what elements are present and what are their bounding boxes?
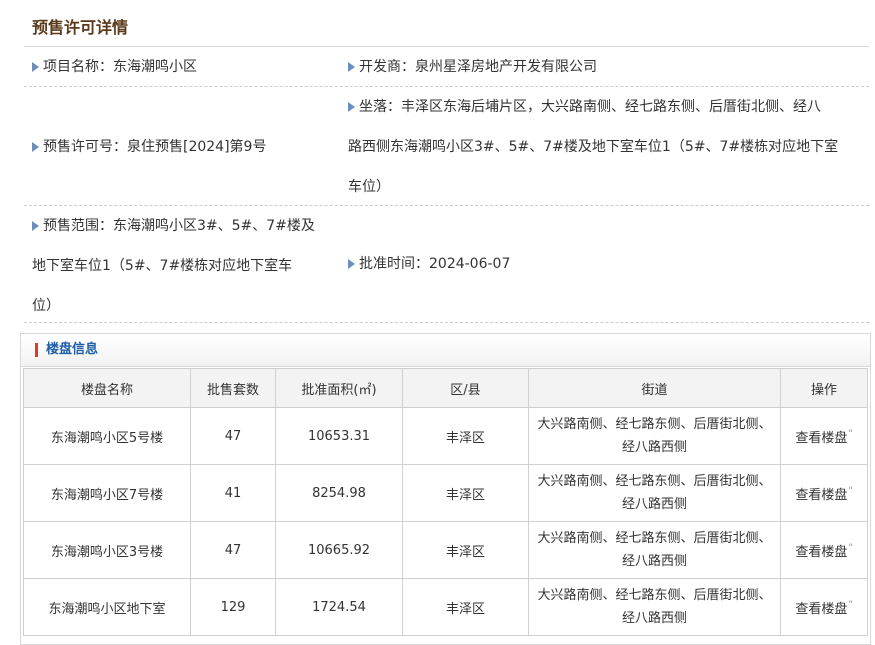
permit-field: 预售许可号：泉住预售[2024]第9号 <box>32 127 266 167</box>
approved-area: 10653.31 <box>275 407 403 465</box>
project-label: 项目名称： <box>43 59 113 75</box>
action-cell: 查看楼盘" <box>780 464 868 522</box>
column-header-action: 操作 <box>780 368 868 408</box>
column-header-units: 批售套数 <box>190 368 276 408</box>
units-count: 129 <box>190 578 276 636</box>
info-row-permit: 预售许可号：泉住预售[2024]第9号 坐落：丰泽区东海后埔片区，大兴路南侧、经… <box>24 87 869 206</box>
location-label: 坐落： <box>359 99 401 115</box>
building-name: 东海潮鸣小区5号楼 <box>23 407 191 465</box>
approved-area: 1724.54 <box>275 578 403 636</box>
units-count: 41 <box>190 464 276 522</box>
info-row-project: 项目名称：东海潮鸣小区 开发商：泉州星泽房地产开发有限公司 <box>24 48 869 87</box>
page-title: 预售许可详情 <box>32 18 129 37</box>
table-row: 东海潮鸣小区地下室 129 1724.54 丰泽区 大兴路南侧、经七路东侧、后厝… <box>23 578 868 636</box>
triangle-bullet-icon <box>348 62 355 72</box>
triangle-bullet-icon <box>348 102 355 112</box>
street: 大兴路南侧、经七路东侧、后厝街北侧、 经八路西侧 <box>528 521 781 579</box>
action-cell: 查看楼盘" <box>780 578 868 636</box>
district: 丰泽区 <box>402 464 529 522</box>
street-line-1: 大兴路南侧、经七路东侧、后厝街北侧、 <box>537 474 772 489</box>
table-header-row: 楼盘名称 批售套数 批准面积(㎡) 区/县 街道 操作 <box>23 368 868 408</box>
column-header-district: 区/县 <box>402 368 529 408</box>
location-line-2: 路西侧东海潮鸣小区3#、5#、7#楼及地下室车位1（5#、7#楼栋对应地下室 <box>348 139 839 155</box>
action-cell: 查看楼盘" <box>780 407 868 465</box>
street: 大兴路南侧、经七路东侧、后厝街北侧、 经八路西侧 <box>528 407 781 465</box>
panel-accent-bar <box>35 343 38 357</box>
action-cell: 查看楼盘" <box>780 521 868 579</box>
building-table: 楼盘名称 批售套数 批准面积(㎡) 区/县 街道 操作 东海潮鸣小区5号楼 47… <box>23 368 868 636</box>
building-name: 东海潮鸣小区7号楼 <box>23 464 191 522</box>
street-line-2: 经八路西侧 <box>621 611 687 626</box>
units-count: 47 <box>190 521 276 579</box>
street-line-1: 大兴路南侧、经七路东侧、后厝街北侧、 <box>537 531 772 546</box>
triangle-bullet-icon <box>32 221 39 231</box>
scope-line-3: 位） <box>32 298 60 314</box>
column-header-street: 街道 <box>528 368 781 408</box>
title-divider <box>24 46 869 47</box>
location-line-3: 车位） <box>348 179 390 195</box>
approval-value: 2024-06-07 <box>429 256 511 272</box>
permit-label: 预售许可号： <box>43 139 127 155</box>
scope-line-2: 地下室车位1（5#、7#楼栋对应地下室车 <box>32 258 293 274</box>
units-count: 47 <box>190 407 276 465</box>
developer-label: 开发商： <box>359 59 415 75</box>
project-field: 项目名称：东海潮鸣小区 <box>32 48 197 86</box>
view-building-link[interactable]: 查看楼盘" <box>795 429 853 445</box>
view-building-link[interactable]: 查看楼盘" <box>795 600 853 616</box>
table-row: 东海潮鸣小区7号楼 41 8254.98 丰泽区 大兴路南侧、经七路东侧、后厝街… <box>23 464 868 522</box>
street-line-2: 经八路西侧 <box>621 497 687 512</box>
scope-label: 预售范围： <box>43 218 113 234</box>
scope-field: 预售范围：东海潮鸣小区3#、5#、7#楼及 地下室车位1（5#、7#楼栋对应地下… <box>32 206 342 326</box>
external-link-icon: " <box>848 429 853 440</box>
column-header-name: 楼盘名称 <box>23 368 191 408</box>
approved-area: 10665.92 <box>275 521 403 579</box>
district: 丰泽区 <box>402 578 529 636</box>
project-value: 东海潮鸣小区 <box>113 59 197 75</box>
triangle-bullet-icon <box>32 142 39 152</box>
street-line-1: 大兴路南侧、经七路东侧、后厝街北侧、 <box>537 588 772 603</box>
district: 丰泽区 <box>402 407 529 465</box>
panel-title: 楼盘信息 <box>46 342 99 357</box>
scope-line-1: 东海潮鸣小区3#、5#、7#楼及 <box>113 218 315 234</box>
info-row-scope: 预售范围：东海潮鸣小区3#、5#、7#楼及 地下室车位1（5#、7#楼栋对应地下… <box>24 206 869 323</box>
street-line-1: 大兴路南侧、经七路东侧、后厝街北侧、 <box>537 417 772 432</box>
view-building-link[interactable]: 查看楼盘" <box>795 543 853 559</box>
building-info-panel: 楼盘信息 楼盘名称 批售套数 批准面积(㎡) 区/县 街道 操作 东海潮鸣小区5… <box>20 333 871 645</box>
district: 丰泽区 <box>402 521 529 579</box>
external-link-icon: " <box>848 543 853 554</box>
location-line-1: 丰泽区东海后埔片区，大兴路南侧、经七路东侧、后厝街北侧、经八 <box>401 99 821 115</box>
street-line-2: 经八路西侧 <box>621 554 687 569</box>
developer-field: 开发商：泉州星泽房地产开发有限公司 <box>348 48 597 86</box>
triangle-bullet-icon <box>348 259 355 269</box>
external-link-icon: " <box>848 600 853 611</box>
street: 大兴路南侧、经七路东侧、后厝街北侧、 经八路西侧 <box>528 464 781 522</box>
permit-value: 泉住预售[2024]第9号 <box>127 139 267 155</box>
column-header-area: 批准面积(㎡) <box>275 368 403 408</box>
approved-area: 8254.98 <box>275 464 403 522</box>
approval-label: 批准时间： <box>359 256 429 272</box>
approval-field: 批准时间：2024-06-07 <box>348 244 510 284</box>
developer-value: 泉州星泽房地产开发有限公司 <box>415 59 597 75</box>
table-row: 东海潮鸣小区3号楼 47 10665.92 丰泽区 大兴路南侧、经七路东侧、后厝… <box>23 521 868 579</box>
view-building-link[interactable]: 查看楼盘" <box>795 486 853 502</box>
building-name: 东海潮鸣小区地下室 <box>23 578 191 636</box>
street: 大兴路南侧、经七路东侧、后厝街北侧、 经八路西侧 <box>528 578 781 636</box>
panel-header: 楼盘信息 <box>21 334 870 367</box>
external-link-icon: " <box>848 486 853 497</box>
table-row: 东海潮鸣小区5号楼 47 10653.31 丰泽区 大兴路南侧、经七路东侧、后厝… <box>23 407 868 465</box>
location-field: 坐落：丰泽区东海后埔片区，大兴路南侧、经七路东侧、后厝街北侧、经八 路西侧东海潮… <box>348 87 868 207</box>
street-line-2: 经八路西侧 <box>621 440 687 455</box>
triangle-bullet-icon <box>32 62 39 72</box>
building-name: 东海潮鸣小区3号楼 <box>23 521 191 579</box>
